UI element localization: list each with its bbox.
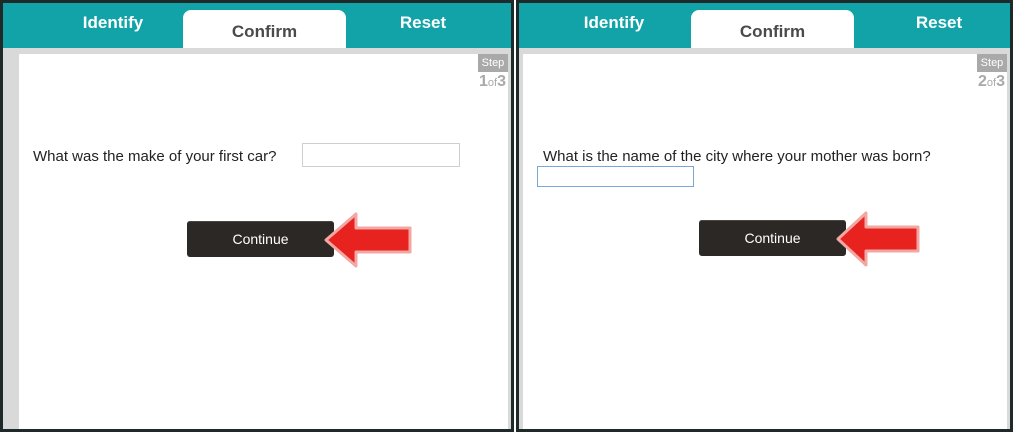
security-question: What was the make of your first car? [33, 148, 277, 165]
answer-input[interactable] [537, 166, 694, 187]
tab-confirm[interactable]: Confirm [183, 10, 346, 51]
step-of: of [986, 77, 997, 89]
continue-button[interactable]: Continue [699, 220, 846, 256]
total-steps: 3 [996, 73, 1005, 90]
tab-bar: Identify Confirm Reset [519, 3, 1010, 51]
step-badge: Step [977, 54, 1007, 72]
step-counter: 1of3 [479, 73, 506, 91]
tab-reset[interactable]: Reset [368, 3, 478, 43]
total-steps: 3 [497, 73, 506, 90]
red-arrow-left-icon [836, 211, 920, 267]
security-question-panel-step-2: Identify Confirm Reset Step 2of3 What is… [516, 0, 1013, 432]
security-question-panel-step-1: Identify Confirm Reset Step 1of3 What wa… [0, 0, 514, 432]
tab-identify[interactable]: Identify [58, 3, 168, 43]
content-area: Step 2of3 What is the name of the city w… [519, 54, 1010, 429]
step-badge: Step [478, 54, 508, 72]
continue-button[interactable]: Continue [187, 221, 334, 257]
current-step: 1 [479, 73, 488, 90]
red-arrow-left-icon [324, 212, 412, 268]
tab-confirm[interactable]: Confirm [691, 10, 854, 51]
step-counter: 2of3 [978, 73, 1005, 91]
step-of: of [487, 77, 498, 89]
current-step: 2 [978, 73, 987, 90]
tab-reset[interactable]: Reset [884, 3, 994, 43]
security-question: What is the name of the city where your … [543, 148, 931, 165]
tab-identify[interactable]: Identify [559, 3, 669, 43]
tab-bar: Identify Confirm Reset [3, 3, 511, 51]
content-area: Step 1of3 What was the make of your firs… [3, 54, 511, 429]
answer-input[interactable] [302, 143, 460, 167]
